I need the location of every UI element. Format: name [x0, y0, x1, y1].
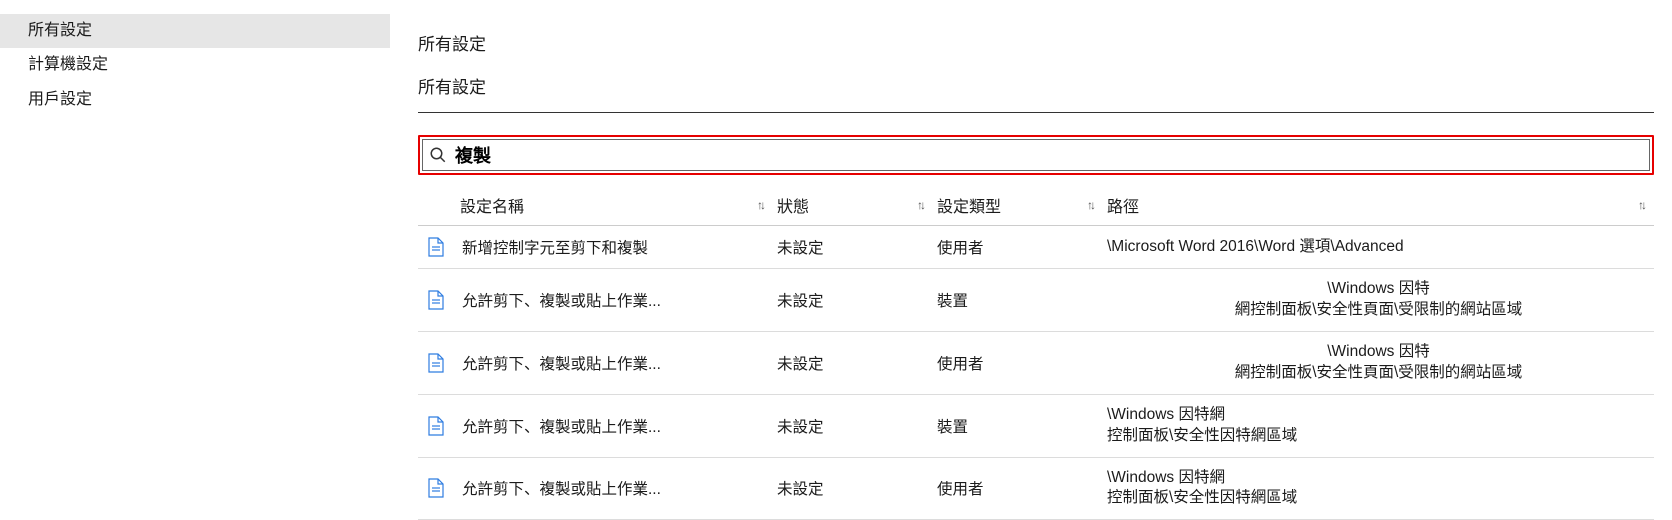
- setting-name: 允許剪下、複製或貼上作業...: [462, 352, 661, 374]
- page-title: 所有設定: [418, 30, 1654, 55]
- cell-path: \Windows 因特 網控制面板\安全性頁面\受限制的網站區域: [1103, 269, 1654, 332]
- sidebar-item-computer-settings[interactable]: 計算機設定: [0, 48, 390, 82]
- document-icon: [428, 290, 444, 310]
- search-icon: [429, 146, 447, 164]
- sidebar-item-label: 計算機設定: [28, 56, 108, 73]
- settings-table: 設定名稱 ↑↓ 狀態 ↑↓ 設定類型 ↑↓ 路徑 ↑↓: [418, 185, 1654, 520]
- table-row[interactable]: 新增控制字元至剪下和複製 未設定 使用者 \Microsoft Word 201…: [418, 226, 1654, 269]
- setting-name: 新增控制字元至剪下和複製: [462, 236, 648, 258]
- main-panel: 所有設定 所有設定 設定名稱 ↑↓: [390, 0, 1672, 505]
- column-header-type[interactable]: 設定類型 ↑↓: [933, 185, 1103, 226]
- cell-state: 未設定: [773, 457, 933, 520]
- cell-type: 使用者: [933, 457, 1103, 520]
- cell-name: 新增控制字元至剪下和複製: [418, 226, 773, 269]
- setting-name: 允許剪下、複製或貼上作業...: [462, 289, 661, 311]
- cell-name: 允許剪下、複製或貼上作業...: [418, 394, 773, 457]
- sort-icon: ↑↓: [1087, 198, 1093, 212]
- column-header-label: 狀態: [777, 199, 809, 216]
- cell-path: \Microsoft Word 2016\Word 選項\Advanced: [1103, 226, 1654, 269]
- table-row[interactable]: 允許剪下、複製或貼上作業... 未設定 使用者 \Windows 因特 網控制面…: [418, 331, 1654, 394]
- column-header-name[interactable]: 設定名稱 ↑↓: [418, 185, 773, 226]
- table-row[interactable]: 允許剪下、複製或貼上作業... 未設定 裝置 \Windows 因特 網控制面板…: [418, 269, 1654, 332]
- cell-type: 使用者: [933, 331, 1103, 394]
- cell-name: 允許剪下、複製或貼上作業...: [418, 457, 773, 520]
- sidebar-item-all-settings[interactable]: 所有設定: [0, 14, 390, 48]
- cell-type: 裝置: [933, 269, 1103, 332]
- search-box[interactable]: [422, 139, 1650, 171]
- cell-path: \Windows 因特 網控制面板\安全性頁面\受限制的網站區域: [1103, 331, 1654, 394]
- cell-state: 未設定: [773, 394, 933, 457]
- document-icon: [428, 353, 444, 373]
- cell-type: 裝置: [933, 394, 1103, 457]
- sort-icon: ↑↓: [917, 198, 923, 212]
- table-row[interactable]: 允許剪下、複製或貼上作業... 未設定 使用者 \Windows 因特網 控制面…: [418, 457, 1654, 520]
- table-header-row: 設定名稱 ↑↓ 狀態 ↑↓ 設定類型 ↑↓ 路徑 ↑↓: [418, 185, 1654, 226]
- sidebar: 所有設定 計算機設定 用戶設定: [0, 0, 390, 505]
- sort-icon: ↑↓: [1638, 198, 1644, 212]
- root: 所有設定 計算機設定 用戶設定 所有設定 所有設定: [0, 0, 1672, 505]
- cell-name: 允許剪下、複製或貼上作業...: [418, 269, 773, 332]
- search-input[interactable]: [453, 140, 1643, 170]
- cell-type: 使用者: [933, 226, 1103, 269]
- sidebar-item-user-settings[interactable]: 用戶設定: [0, 83, 390, 117]
- cell-name: 允許剪下、複製或貼上作業...: [418, 331, 773, 394]
- sidebar-item-label: 用戶設定: [28, 91, 92, 108]
- setting-name: 允許剪下、複製或貼上作業...: [462, 415, 661, 437]
- cell-path: \Windows 因特網 控制面板\安全性因特網區域: [1103, 394, 1654, 457]
- document-icon: [428, 237, 444, 257]
- column-header-path[interactable]: 路徑 ↑↓: [1103, 185, 1654, 226]
- column-header-state[interactable]: 狀態 ↑↓: [773, 185, 933, 226]
- document-icon: [428, 416, 444, 436]
- cell-path: \Windows 因特網 控制面板\安全性因特網區域: [1103, 457, 1654, 520]
- cell-state: 未設定: [773, 226, 933, 269]
- column-header-label: 路徑: [1107, 199, 1139, 216]
- column-header-label: 設定名稱: [460, 199, 524, 216]
- search-highlight-frame: [418, 135, 1654, 175]
- sidebar-item-label: 所有設定: [28, 22, 92, 39]
- column-header-label: 設定類型: [937, 199, 1001, 216]
- cell-state: 未設定: [773, 269, 933, 332]
- page-subtitle: 所有設定: [418, 73, 1654, 104]
- divider: [418, 112, 1654, 113]
- setting-name: 允許剪下、複製或貼上作業...: [462, 477, 661, 499]
- cell-state: 未設定: [773, 331, 933, 394]
- sort-icon: ↑↓: [757, 198, 763, 212]
- table-row[interactable]: 允許剪下、複製或貼上作業... 未設定 裝置 \Windows 因特網 控制面板…: [418, 394, 1654, 457]
- document-icon: [428, 478, 444, 498]
